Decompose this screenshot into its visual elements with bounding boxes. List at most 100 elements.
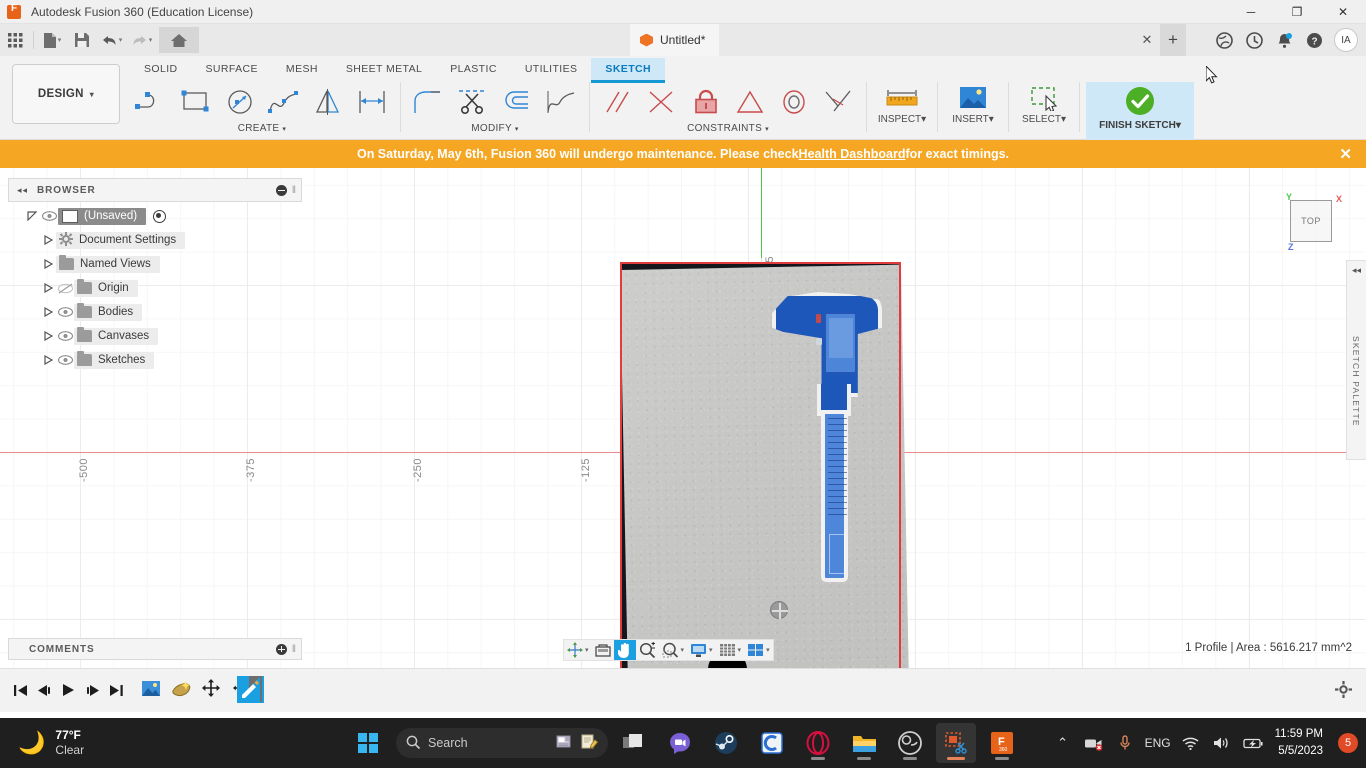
viewports-icon[interactable]: ▾ bbox=[744, 640, 773, 660]
skip-to-start-icon[interactable] bbox=[8, 677, 32, 703]
spline-icon[interactable] bbox=[262, 82, 306, 122]
widgets-icon[interactable] bbox=[556, 734, 573, 752]
chevron-down-icon[interactable]: ▾ bbox=[585, 646, 589, 654]
tab-surface[interactable]: SURFACE bbox=[192, 58, 272, 80]
timeline-end-marker-stem[interactable] bbox=[260, 676, 262, 702]
taskbar-clock[interactable]: 11:59 PM 5/5/2023 bbox=[1275, 726, 1323, 759]
home-icon[interactable] bbox=[159, 27, 199, 53]
tab-utilities[interactable]: UTILITIES bbox=[511, 58, 592, 80]
notifications-icon[interactable] bbox=[1270, 26, 1298, 54]
constraint-concentric-icon[interactable] bbox=[772, 82, 816, 122]
tab-mesh[interactable]: MESH bbox=[272, 58, 332, 80]
tree-row-canvases[interactable]: Canvases bbox=[8, 324, 302, 348]
zoom-window-icon[interactable]: ▾ bbox=[659, 640, 688, 660]
taskbar-weather-widget[interactable]: 🌙 77°F Clear bbox=[18, 728, 84, 758]
expander-icon[interactable] bbox=[24, 211, 40, 221]
chevron-down-icon[interactable]: ▾ bbox=[149, 36, 153, 44]
tree-node-bodies[interactable]: Bodies bbox=[74, 303, 143, 321]
constraint-tangent-icon[interactable] bbox=[816, 82, 860, 122]
expander-icon[interactable] bbox=[40, 259, 56, 269]
teams-chat-icon[interactable] bbox=[660, 723, 700, 763]
constraint-perpendicular-icon[interactable] bbox=[640, 82, 684, 122]
sketch-palette-collapse-icon[interactable]: ◂◂ bbox=[1347, 261, 1366, 276]
add-comment-icon[interactable] bbox=[275, 643, 287, 655]
recent-icon[interactable] bbox=[1240, 26, 1268, 54]
view-cube[interactable]: TOP X Y Z bbox=[1280, 190, 1342, 252]
visibility-eye-hidden-icon[interactable] bbox=[56, 283, 74, 294]
job-status-icon[interactable] bbox=[1210, 26, 1238, 54]
wifi-icon[interactable] bbox=[1180, 737, 1202, 750]
chevron-down-icon[interactable]: ▾ bbox=[709, 646, 713, 654]
browser-collapse-all-icon[interactable] bbox=[275, 184, 287, 196]
tree-node-document-settings[interactable]: Document Settings bbox=[56, 231, 186, 249]
visibility-eye-icon[interactable] bbox=[56, 307, 74, 317]
tree-row-bodies[interactable]: Bodies bbox=[8, 300, 302, 324]
dimension-icon[interactable] bbox=[350, 82, 394, 122]
visibility-eye-icon[interactable] bbox=[56, 355, 74, 365]
undo-icon[interactable]: ▾ bbox=[99, 27, 125, 53]
tab-solid[interactable]: SOLID bbox=[130, 58, 192, 80]
health-dashboard-link[interactable]: Health Dashboard bbox=[799, 147, 906, 161]
battery-icon[interactable] bbox=[1242, 737, 1264, 750]
ribbon-group-modify-label[interactable]: MODIFY ▾ bbox=[471, 123, 519, 134]
offset-icon[interactable] bbox=[495, 82, 539, 122]
snipping-tool-icon[interactable] bbox=[936, 723, 976, 763]
move-icon[interactable] bbox=[200, 677, 222, 699]
tree-row-sketches[interactable]: Sketches bbox=[8, 348, 302, 372]
pan-hand-icon[interactable] bbox=[613, 640, 636, 660]
chevron-down-icon[interactable]: ▾ bbox=[766, 646, 770, 654]
tree-node-sketches[interactable]: Sketches bbox=[74, 351, 155, 369]
workspace-switcher-button[interactable]: DESIGN ▾ bbox=[12, 64, 120, 124]
skip-to-end-icon[interactable] bbox=[104, 677, 128, 703]
canvas-image-icon[interactable] bbox=[140, 677, 162, 699]
timeline-settings-gear-icon[interactable] bbox=[1335, 681, 1352, 703]
windows-start-icon[interactable] bbox=[358, 733, 378, 753]
circle-icon[interactable] bbox=[218, 82, 262, 122]
expander-icon[interactable] bbox=[40, 331, 56, 341]
rectangle-icon[interactable] bbox=[174, 82, 218, 122]
browser-collapse-icon[interactable]: ◂◂ bbox=[17, 185, 28, 196]
minimize-button[interactable]: ─ bbox=[1228, 0, 1274, 24]
sketch-palette-panel[interactable]: ◂◂ SKETCH PALETTE bbox=[1346, 260, 1366, 460]
task-view-icon[interactable] bbox=[614, 723, 654, 763]
apps-grid-icon[interactable] bbox=[2, 27, 28, 53]
tree-node-origin[interactable]: Origin bbox=[74, 279, 138, 297]
document-tab-close-icon[interactable]: ✕ bbox=[1134, 24, 1160, 56]
constraint-fix-lock-icon[interactable] bbox=[684, 82, 728, 122]
tree-node-canvases[interactable]: Canvases bbox=[74, 327, 159, 345]
look-at-icon[interactable] bbox=[592, 640, 614, 660]
redo-icon[interactable]: ▾ bbox=[129, 27, 155, 53]
inspect-panel-button[interactable]: INSPECT▾ bbox=[873, 82, 931, 140]
play-icon[interactable] bbox=[56, 677, 80, 703]
maximize-button[interactable]: ❐ bbox=[1274, 0, 1320, 24]
canvas-origin-point[interactable] bbox=[770, 601, 788, 619]
visibility-eye-icon[interactable] bbox=[56, 331, 74, 341]
tab-plastic[interactable]: PLASTIC bbox=[436, 58, 511, 80]
finish-sketch-button[interactable]: FINISH SKETCH▾ bbox=[1086, 82, 1194, 140]
tree-row-named-views[interactable]: Named Views bbox=[8, 252, 302, 276]
tree-row-origin[interactable]: Origin bbox=[8, 276, 302, 300]
step-back-icon[interactable] bbox=[32, 677, 56, 703]
tree-row-document-settings[interactable]: Document Settings bbox=[8, 228, 302, 252]
browser-resize-grip[interactable]: ‖ bbox=[292, 185, 296, 196]
trim-scissors-icon[interactable] bbox=[451, 82, 495, 122]
tab-sketch[interactable]: SKETCH bbox=[591, 58, 665, 83]
tree-node-named-views[interactable]: Named Views bbox=[56, 255, 160, 273]
tree-row-unsaved[interactable]: (Unsaved) bbox=[8, 204, 302, 228]
ribbon-group-create-label[interactable]: CREATE ▾ bbox=[238, 123, 286, 134]
zoom-icon[interactable] bbox=[636, 640, 659, 660]
notification-close-icon[interactable]: ✕ bbox=[1339, 140, 1352, 168]
tree-node-unsaved[interactable]: (Unsaved) bbox=[58, 207, 147, 225]
avatar[interactable]: IA bbox=[1334, 28, 1358, 52]
fillet-icon[interactable] bbox=[407, 82, 451, 122]
tab-sheet-metal[interactable]: SHEET METAL bbox=[332, 58, 436, 80]
expander-icon[interactable] bbox=[40, 235, 56, 245]
grid-snaps-icon[interactable]: ▾ bbox=[716, 640, 745, 660]
constraint-equal-icon[interactable] bbox=[728, 82, 772, 122]
expander-icon[interactable] bbox=[40, 283, 56, 293]
microphone-icon[interactable] bbox=[1114, 735, 1136, 751]
mirror-icon[interactable] bbox=[306, 82, 350, 122]
camera-off-icon[interactable] bbox=[1083, 736, 1105, 751]
display-settings-icon[interactable]: ▾ bbox=[687, 640, 716, 660]
expander-icon[interactable] bbox=[40, 307, 56, 317]
